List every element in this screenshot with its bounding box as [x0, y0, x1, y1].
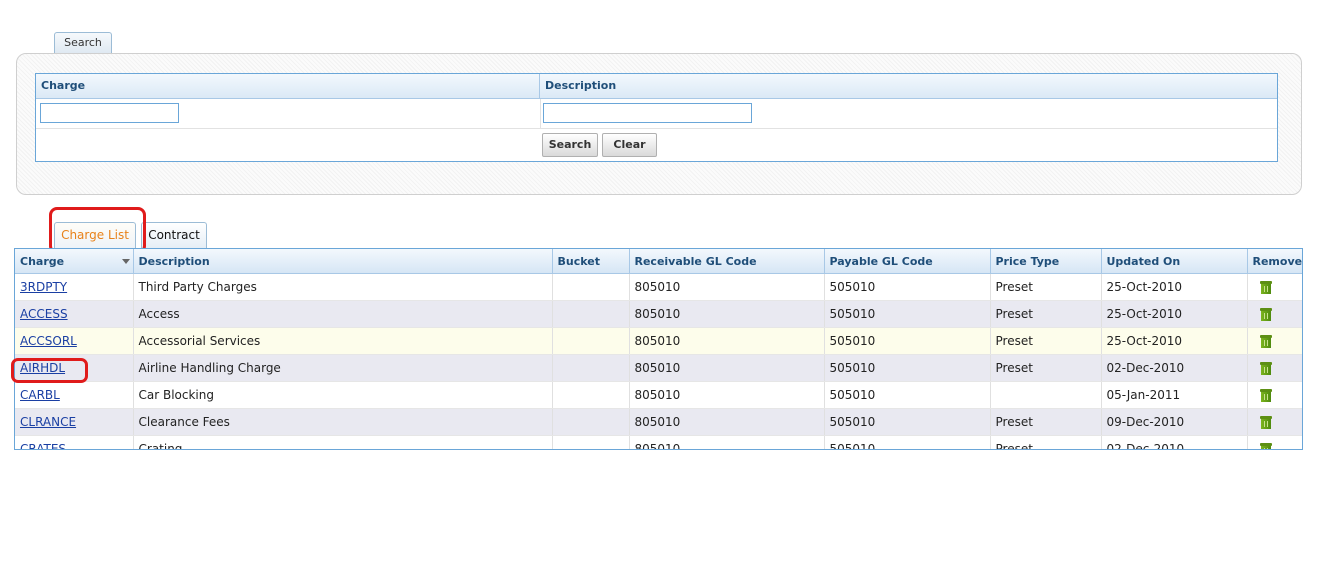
- charge-link[interactable]: ACCESS: [20, 307, 68, 321]
- charge-link[interactable]: 3RDPTY: [20, 280, 67, 294]
- receivable-gl-cell: 805010: [629, 327, 825, 355]
- description-cell: Third Party Charges: [133, 273, 553, 301]
- description-field-label: Description: [545, 79, 617, 92]
- search-buttons-row: Search Clear: [36, 129, 1277, 163]
- updated-on-cell: 02-Dec-2010: [1101, 354, 1248, 382]
- receivable-gl-cell: 805010: [629, 300, 825, 328]
- payable-gl-cell: 505010: [824, 381, 991, 409]
- charge-link[interactable]: AIRHDL: [20, 361, 65, 375]
- trash-icon[interactable]: [1259, 281, 1272, 294]
- search-form: Charge Description Search Clear: [35, 73, 1278, 162]
- search-form-header: Charge Description: [36, 74, 1277, 99]
- description-input[interactable]: [543, 103, 752, 123]
- payable-gl-cell: 505010: [824, 408, 991, 436]
- price-type-cell: Preset: [990, 300, 1102, 328]
- price-type-cell: Preset: [990, 327, 1102, 355]
- bucket-cell: [552, 408, 630, 436]
- receivable-gl-cell: 805010: [629, 273, 825, 301]
- charge-link[interactable]: ACCSORL: [20, 334, 77, 348]
- receivable-gl-cell: 805010: [629, 408, 825, 436]
- bucket-cell: [552, 381, 630, 409]
- price-type-cell: Preset: [990, 408, 1102, 436]
- column-header-bucket[interactable]: Bucket: [552, 249, 630, 274]
- tab-search[interactable]: Search: [54, 32, 112, 53]
- charge-link[interactable]: CLRANCE: [20, 415, 76, 429]
- description-cell: Car Blocking: [133, 381, 553, 409]
- description-cell: Access: [133, 300, 553, 328]
- updated-on-cell: 25-Oct-2010: [1101, 300, 1248, 328]
- table-row: 3RDPTY Third Party Charges 805010 505010…: [15, 273, 1302, 301]
- column-header-payable-gl-code[interactable]: Payable GL Code: [824, 249, 991, 274]
- charge-table: Charge Description Bucket Receivable GL …: [15, 249, 1302, 449]
- receivable-gl-cell: 805010: [629, 435, 825, 449]
- grid-header-row: Charge Description Bucket Receivable GL …: [15, 249, 1302, 274]
- trash-icon[interactable]: [1259, 443, 1272, 449]
- search-panel: Charge Description Search Clear: [16, 53, 1302, 195]
- trash-icon[interactable]: [1259, 362, 1272, 375]
- sort-desc-icon[interactable]: [121, 259, 130, 264]
- trash-icon[interactable]: [1259, 416, 1272, 429]
- column-header-price-type[interactable]: Price Type: [990, 249, 1102, 274]
- charge-link[interactable]: CRATES: [20, 442, 66, 449]
- payable-gl-cell: 505010: [824, 435, 991, 449]
- column-header-charge[interactable]: Charge: [15, 249, 134, 274]
- search-button[interactable]: Search: [542, 133, 598, 157]
- updated-on-cell: 02-Dec-2010: [1101, 435, 1248, 449]
- updated-on-cell: 09-Dec-2010: [1101, 408, 1248, 436]
- search-inputs-row: [36, 99, 1277, 129]
- bucket-cell: [552, 354, 630, 382]
- description-cell: Accessorial Services: [133, 327, 553, 355]
- receivable-gl-cell: 805010: [629, 354, 825, 382]
- column-header-receivable-gl-code[interactable]: Receivable GL Code: [629, 249, 825, 274]
- table-row: ACCESS Access 805010 505010 Preset 25-Oc…: [15, 300, 1302, 328]
- updated-on-cell: 05-Jan-2011: [1101, 381, 1248, 409]
- table-row: CARBL Car Blocking 805010 505010 05-Jan-…: [15, 381, 1302, 409]
- updated-on-cell: 25-Oct-2010: [1101, 273, 1248, 301]
- bucket-cell: [552, 300, 630, 328]
- charge-list-grid: Charge Description Bucket Receivable GL …: [14, 248, 1303, 450]
- receivable-gl-cell: 805010: [629, 381, 825, 409]
- table-row: CRATES Crating 805010 505010 Preset 02-D…: [15, 435, 1302, 449]
- trash-icon[interactable]: [1259, 389, 1272, 402]
- payable-gl-cell: 505010: [824, 354, 991, 382]
- column-header-updated-on[interactable]: Updated On: [1101, 249, 1248, 274]
- table-row: CLRANCE Clearance Fees 805010 505010 Pre…: [15, 408, 1302, 436]
- clear-button[interactable]: Clear: [602, 133, 657, 157]
- price-type-cell: Preset: [990, 354, 1102, 382]
- payable-gl-cell: 505010: [824, 273, 991, 301]
- price-type-cell: Preset: [990, 435, 1102, 449]
- bucket-cell: [552, 273, 630, 301]
- price-type-cell: Preset: [990, 273, 1102, 301]
- description-cell: Airline Handling Charge: [133, 354, 553, 382]
- trash-icon[interactable]: [1259, 335, 1272, 348]
- table-row: ACCSORL Accessorial Services 805010 5050…: [15, 327, 1302, 355]
- charge-input[interactable]: [40, 103, 179, 123]
- column-header-remove: Remove: [1247, 249, 1302, 274]
- tab-contract[interactable]: Contract: [141, 222, 207, 248]
- bucket-cell: [552, 435, 630, 449]
- payable-gl-cell: 505010: [824, 300, 991, 328]
- tab-charge-list[interactable]: Charge List: [54, 222, 136, 248]
- description-cell: Crating: [133, 435, 553, 449]
- description-cell: Clearance Fees: [133, 408, 553, 436]
- bucket-cell: [552, 327, 630, 355]
- charge-field-label: Charge: [36, 74, 540, 98]
- column-header-description[interactable]: Description: [133, 249, 553, 274]
- trash-icon[interactable]: [1259, 308, 1272, 321]
- price-type-cell: [990, 381, 1102, 409]
- table-row: AIRHDL Airline Handling Charge 805010 50…: [15, 354, 1302, 382]
- payable-gl-cell: 505010: [824, 327, 991, 355]
- charge-link[interactable]: CARBL: [20, 388, 60, 402]
- updated-on-cell: 25-Oct-2010: [1101, 327, 1248, 355]
